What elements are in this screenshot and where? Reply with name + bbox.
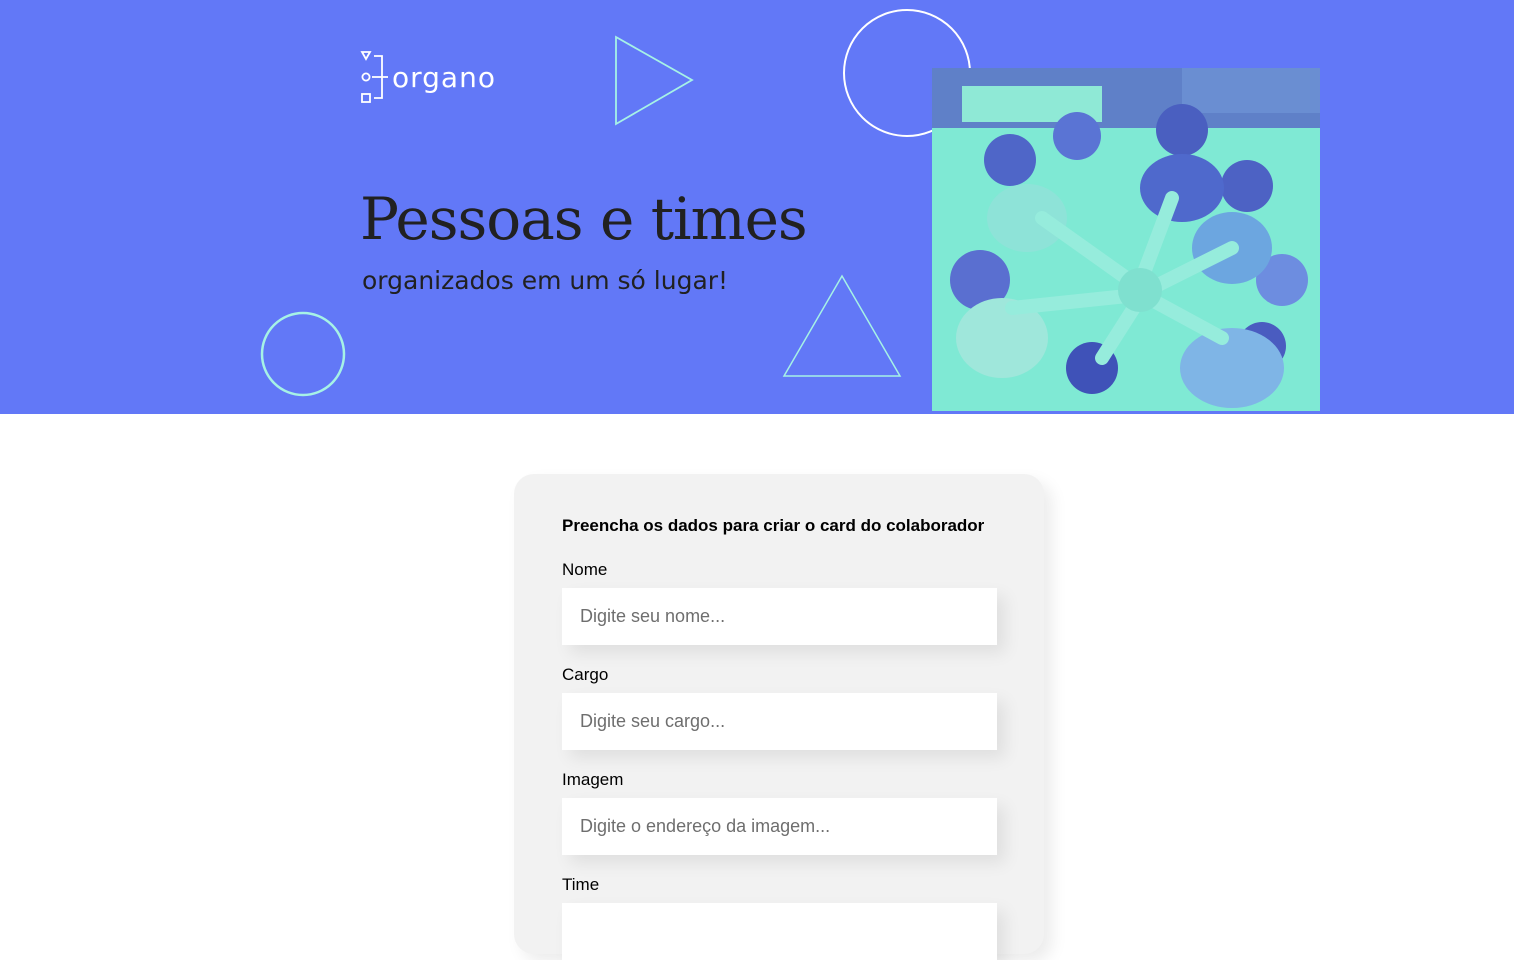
hero-title: Pessoas e times (360, 185, 808, 253)
cargo-input[interactable] (562, 693, 997, 750)
collaborator-form: Preencha os dados para criar o card do c… (514, 474, 1044, 960)
time-select[interactable] (562, 903, 997, 960)
cargo-label: Cargo (562, 665, 609, 684)
nome-input[interactable] (562, 588, 997, 645)
logo[interactable]: organo (360, 50, 496, 106)
time-label: Time (562, 875, 600, 894)
hero-subtitle: organizados em um só lugar! (362, 266, 729, 295)
organo-logo-icon (360, 51, 388, 103)
logo-text: organo (392, 60, 496, 94)
triangle-decoration-icon (782, 274, 902, 377)
team-hands-together-illustration (932, 68, 1320, 411)
hero-image (932, 68, 1320, 411)
nome-label: Nome (562, 560, 608, 579)
hero-banner: organo Pessoas e times organizados em um… (0, 0, 1514, 414)
imagem-input[interactable] (562, 798, 997, 855)
form-heading: Preencha os dados para criar o card do c… (562, 516, 985, 535)
circle-decoration-small-icon (260, 311, 346, 397)
imagem-label: Imagem (562, 770, 624, 789)
play-triangle-decoration-icon (615, 35, 694, 126)
